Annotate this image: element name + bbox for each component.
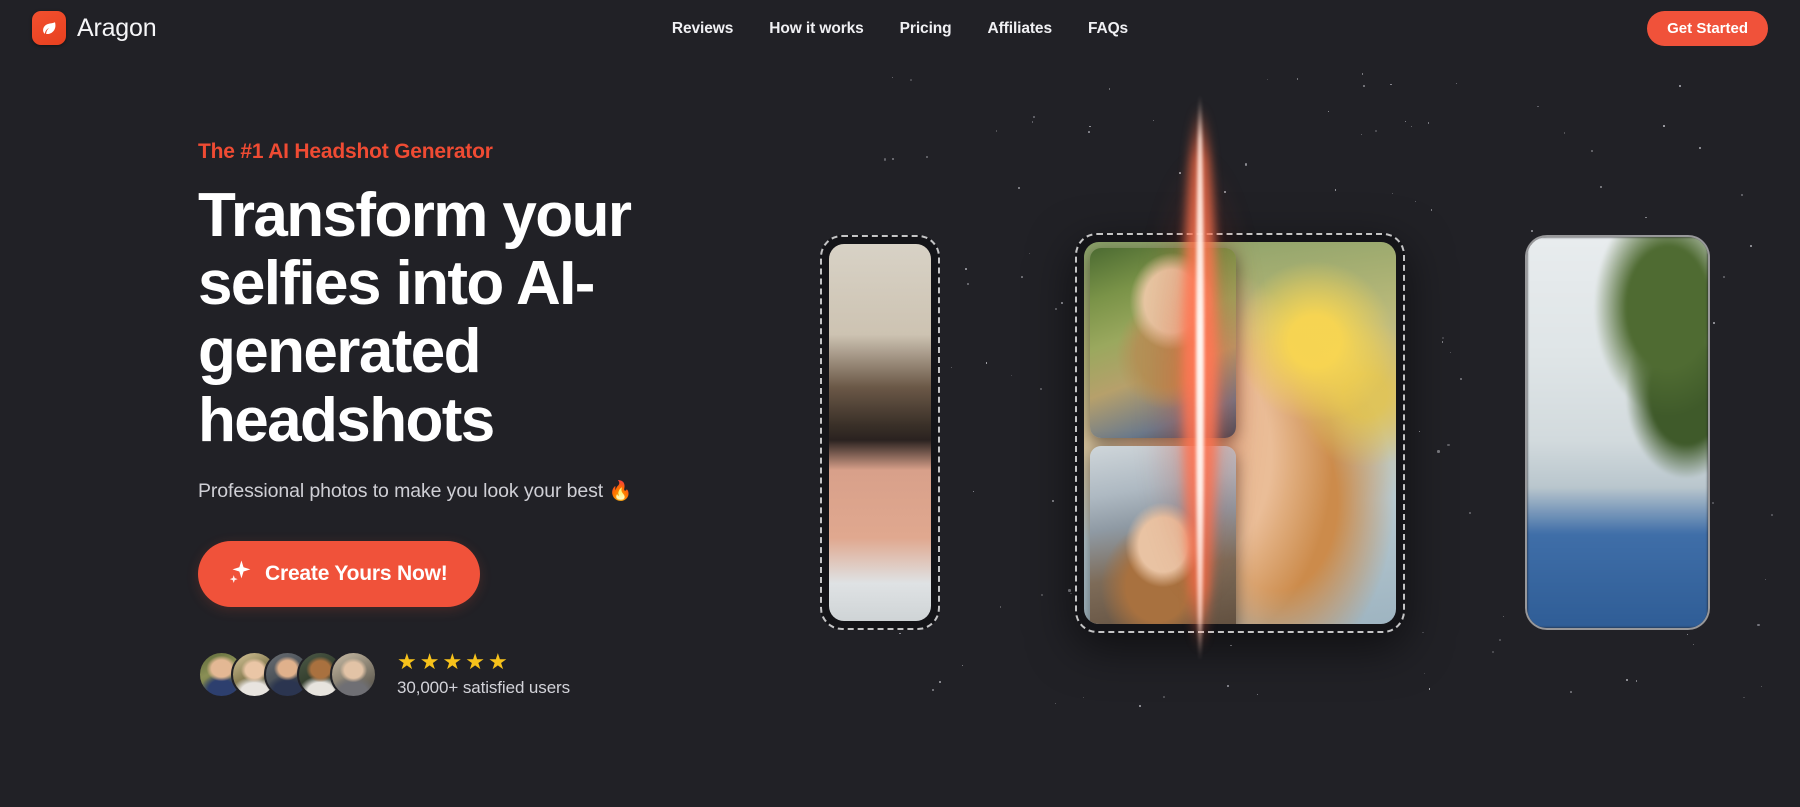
- avatar-group: [198, 650, 377, 698]
- hero-eyebrow: The #1 AI Headshot Generator: [198, 140, 493, 163]
- hero-subhead: Professional photos to make you look you…: [198, 479, 838, 503]
- page-title: Transform your selfies into AI-generated…: [198, 181, 632, 455]
- flame-leaf-icon: [32, 11, 66, 45]
- headshot-photo: [1527, 237, 1708, 628]
- cta-label: Create Yours Now!: [265, 561, 448, 585]
- brand-name: Aragon: [77, 13, 157, 42]
- selfie-thumbnail[interactable]: [1090, 248, 1236, 438]
- showcase-card-center[interactable]: [1075, 233, 1405, 633]
- selfie-thumbnail[interactable]: [1090, 446, 1236, 624]
- satisfied-users-text: 30,000+ satisfied users: [397, 677, 571, 697]
- star-icon: ★: [397, 648, 417, 674]
- social-proof: ★ ★ ★ ★ ★ 30,000+ satisfied users: [198, 648, 838, 698]
- nav-link-reviews[interactable]: Reviews: [672, 20, 733, 38]
- star-icon: ★: [465, 648, 485, 674]
- nav-link-pricing[interactable]: Pricing: [900, 20, 952, 38]
- headshot-photo: [829, 244, 931, 621]
- create-yours-now-button[interactable]: Create Yours Now!: [198, 540, 480, 607]
- nav-link-faqs[interactable]: FAQs: [1088, 20, 1128, 38]
- showcase-card-right[interactable]: [1525, 235, 1710, 630]
- nav-link-how-it-works[interactable]: How it works: [769, 20, 864, 38]
- avatar: [330, 650, 377, 698]
- selfie-photo: [1090, 446, 1236, 624]
- page-root: Aragon Reviews How it works Pricing Affi…: [0, 0, 1800, 807]
- sparkle-icon: [226, 558, 252, 590]
- get-started-button[interactable]: Get Started: [1647, 11, 1768, 46]
- star-icon: ★: [419, 648, 440, 674]
- selfie-photo: [1090, 248, 1236, 438]
- rating-block: ★ ★ ★ ★ ★ 30,000+ satisfied users: [397, 648, 571, 698]
- brand-logo[interactable]: Aragon: [32, 11, 157, 45]
- showcase-card-left[interactable]: [820, 235, 940, 630]
- hero-content: The #1 AI Headshot Generator Transform y…: [198, 140, 838, 698]
- star-rating: ★ ★ ★ ★ ★: [397, 648, 570, 674]
- hero-subhead-text: Professional photos to make you look you…: [198, 479, 604, 502]
- card-inner: [1084, 242, 1396, 624]
- showcase-stage: [820, 0, 1800, 807]
- card-inner: [1527, 237, 1708, 628]
- nav-links: Reviews How it works Pricing Affiliates …: [672, 0, 1128, 58]
- star-icon: ★: [442, 648, 463, 674]
- card-inner: [829, 244, 931, 621]
- nav-link-affiliates[interactable]: Affiliates: [988, 20, 1053, 38]
- fire-icon: 🔥: [608, 480, 633, 502]
- star-dot: [883, 158, 887, 161]
- star-icon: ★: [487, 648, 508, 674]
- navbar: Aragon Reviews How it works Pricing Affi…: [0, 0, 1800, 58]
